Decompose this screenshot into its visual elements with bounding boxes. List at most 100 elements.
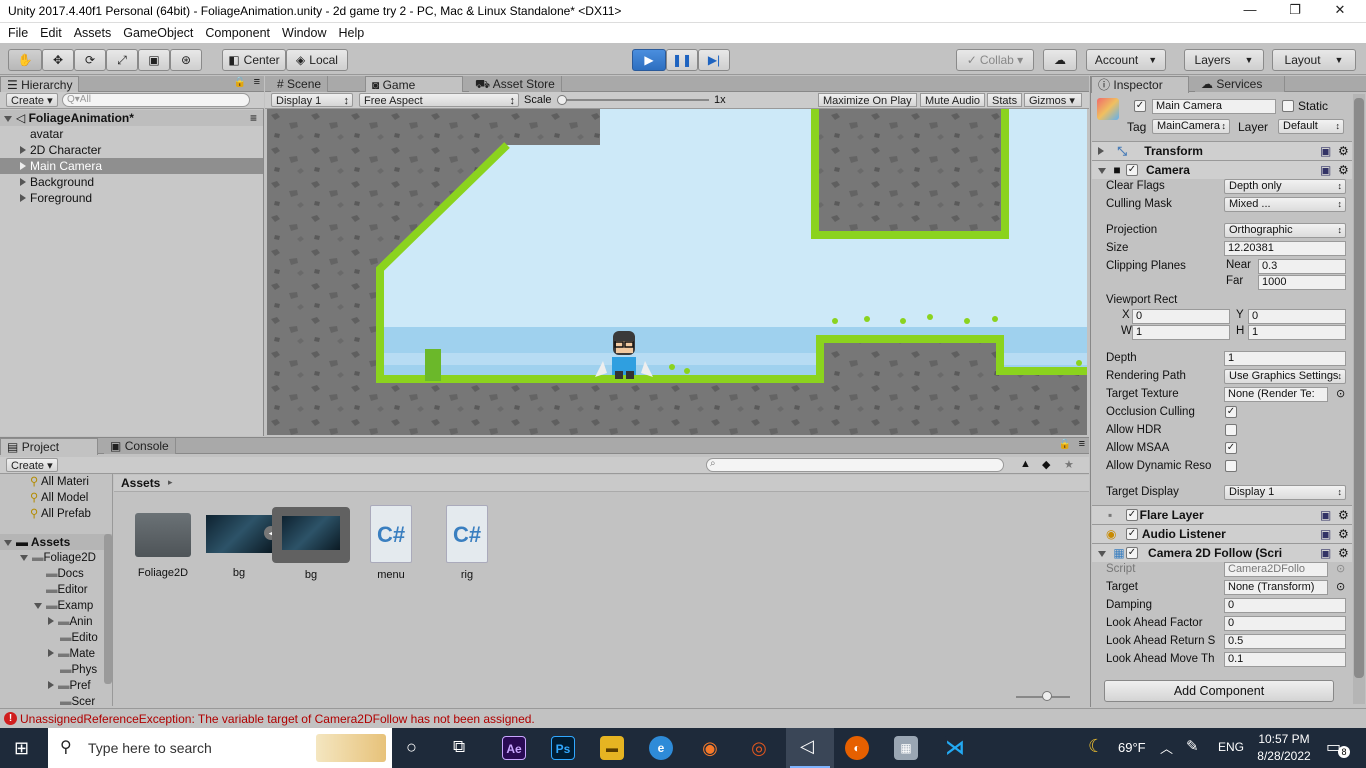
step-button[interactable]: ▶| <box>698 49 730 71</box>
aspect-dropdown[interactable]: Free Aspect ↕ <box>359 93 519 107</box>
favorite-all-materials[interactable]: ⚲ All Materi <box>30 474 89 488</box>
weather-temp[interactable]: 69°F <box>1118 740 1146 755</box>
menu-icon[interactable]: ≡ <box>254 76 260 88</box>
tree-folder[interactable]: ▬Anin <box>48 616 93 628</box>
cloud-icon[interactable]: ☁ <box>1043 49 1077 71</box>
tab-game[interactable]: ◙ Game <box>365 76 463 93</box>
depth-input[interactable]: 1 <box>1224 351 1346 366</box>
hierarchy-create-button[interactable]: Create ▾ <box>6 93 58 107</box>
hierarchy-item-2d-character[interactable]: 2D Character <box>0 142 263 158</box>
task-view-icon[interactable]: ⧉ <box>453 737 465 757</box>
help-book-icon[interactable]: ▣ <box>1320 544 1331 562</box>
filter-type-icon[interactable]: ▲ <box>1020 458 1031 470</box>
move-tool-icon[interactable]: ✥ <box>42 49 74 71</box>
tab-hierarchy[interactable]: ☰ Hierarchy <box>0 76 80 93</box>
favorite-all-prefabs[interactable]: ⚲ All Prefab <box>30 506 91 520</box>
restore-button[interactable]: ❐ <box>1275 2 1315 20</box>
settings-gear-icon[interactable]: ⚙ <box>1338 525 1349 543</box>
target-field[interactable]: None (Transform) <box>1224 580 1328 595</box>
add-component-button[interactable]: Add Component <box>1104 680 1334 702</box>
menu-window[interactable]: Window <box>276 23 332 43</box>
tree-folder[interactable]: ▬Phys <box>60 664 97 676</box>
inspector-scrollbar[interactable] <box>1353 94 1365 704</box>
transform-tool-icon[interactable]: ⊛ <box>170 49 202 71</box>
camera-component-header[interactable]: ■ ✓ Camera ▣ ⚙ <box>1092 160 1352 179</box>
flare-enabled-checkbox[interactable]: ✓ <box>1126 509 1138 521</box>
taskbar-search-box[interactable]: ⚲ Type here to search <box>48 728 392 768</box>
lock-icon[interactable]: 🔒 <box>1059 439 1071 450</box>
static-checkbox[interactable] <box>1282 100 1294 112</box>
tree-folder[interactable]: ▬Docs <box>46 568 84 580</box>
breadcrumb-assets[interactable]: Assets <box>121 476 160 490</box>
tab-project[interactable]: ▤ Project <box>0 438 98 455</box>
tab-services[interactable]: ☁ Services <box>1195 76 1285 92</box>
camera-2d-follow-component-header[interactable]: ▦ ✓ Camera 2D Follow (Scri ▣ ⚙ <box>1092 543 1352 562</box>
object-picker-icon[interactable]: ⊙ <box>1336 387 1345 400</box>
tab-scene[interactable]: # Scene <box>271 76 329 92</box>
target-texture-field[interactable]: None (Render Te: <box>1224 387 1328 402</box>
tree-scrollbar[interactable] <box>104 534 112 684</box>
allow-msaa-checkbox[interactable]: ✓ <box>1225 442 1237 454</box>
unity-taskbar-active[interactable]: ◁ <box>786 728 834 768</box>
space-local-toggle[interactable]: ◈ Local <box>286 49 348 71</box>
status-bar[interactable]: ! UnassignedReferenceException: The vari… <box>0 708 1366 728</box>
tree-folder[interactable]: ▬Mate <box>48 648 95 660</box>
hierarchy-item-foreground[interactable]: Foreground <box>0 190 263 206</box>
collab-button[interactable]: ✓ Collab ▾ <box>956 49 1034 71</box>
zoom-slider-handle[interactable] <box>1042 691 1052 701</box>
vp-h-input[interactable]: 1 <box>1248 325 1346 340</box>
help-book-icon[interactable]: ▣ <box>1320 506 1331 524</box>
menu-help[interactable]: Help <box>332 23 370 43</box>
asset-item[interactable]: Foliage2D <box>128 505 198 579</box>
file-explorer-icon[interactable]: ▬ <box>600 736 624 760</box>
tab-inspector[interactable]: ⓘ Inspector <box>1091 76 1189 93</box>
hierarchy-item-main-camera[interactable]: Main Camera <box>0 158 263 174</box>
scale-slider-handle[interactable] <box>557 95 567 105</box>
scene-header[interactable]: ◁ FoliageAnimation* ≡ <box>0 110 263 126</box>
scale-tool-icon[interactable]: ⤢ <box>106 49 138 71</box>
allow-hdr-checkbox[interactable] <box>1225 424 1237 436</box>
game-render[interactable] <box>267 109 1087 435</box>
hierarchy-search-input[interactable]: Q▾All <box>62 93 250 107</box>
lock-icon[interactable]: 🔒 <box>234 77 246 88</box>
tree-folder[interactable]: ▬Examp <box>34 600 93 612</box>
after-effects-icon[interactable]: Ae <box>502 736 526 760</box>
cortana-icon[interactable]: ○ <box>406 737 417 758</box>
clock-time[interactable]: 10:57 PM <box>1254 732 1314 746</box>
scale-slider-track[interactable] <box>559 99 709 101</box>
favorite-star-icon[interactable]: ★ <box>1064 458 1074 471</box>
occlusion-culling-checkbox[interactable]: ✓ <box>1225 406 1237 418</box>
hierarchy-item-avatar[interactable]: avatar <box>0 126 263 142</box>
project-search-input[interactable] <box>706 458 1004 472</box>
target-display-dropdown[interactable]: Display 1 <box>1224 485 1346 500</box>
blender-icon[interactable]: ◉ <box>698 736 722 760</box>
vp-w-input[interactable]: 1 <box>1132 325 1230 340</box>
look-ahead-move-threshold-input[interactable]: 0.1 <box>1224 652 1346 667</box>
display-dropdown[interactable]: Display 1 ↕ <box>271 93 353 107</box>
tree-folder[interactable]: ▬Foliage2D <box>20 552 96 564</box>
rendering-path-dropdown[interactable]: Use Graphics Settings <box>1224 369 1346 384</box>
rect-tool-icon[interactable]: ▣ <box>138 49 170 71</box>
help-book-icon[interactable]: ▣ <box>1320 525 1331 543</box>
language-indicator[interactable]: ENG <box>1218 740 1244 754</box>
moon-weather-icon[interactable]: ☾ <box>1088 736 1104 757</box>
edge-icon[interactable]: e <box>649 736 673 760</box>
menu-file[interactable]: File <box>2 23 34 43</box>
scrollbar-thumb[interactable] <box>1354 98 1364 678</box>
clear-flags-dropdown[interactable]: Depth only <box>1224 179 1346 194</box>
vp-x-input[interactable]: 0 <box>1132 309 1230 324</box>
damping-input[interactable]: 0 <box>1224 598 1346 613</box>
audio-enabled-checkbox[interactable]: ✓ <box>1126 528 1138 540</box>
mute-audio-toggle[interactable]: Mute Audio <box>920 93 986 107</box>
hierarchy-item-background[interactable]: Background <box>0 174 263 190</box>
account-dropdown[interactable]: Account ▼ <box>1086 49 1166 71</box>
projection-dropdown[interactable]: Orthographic <box>1224 223 1346 238</box>
tree-folder[interactable]: ▬Edito <box>60 632 98 644</box>
vscode-icon[interactable]: ⋊ <box>943 736 967 760</box>
culling-mask-dropdown[interactable]: Mixed ... <box>1224 197 1346 212</box>
size-input[interactable]: 12.20381 <box>1224 241 1346 256</box>
tree-folder[interactable]: ▬Editor <box>46 584 88 596</box>
tree-folder[interactable]: ▬Scer <box>60 696 95 706</box>
asset-item[interactable]: C# menu <box>356 505 426 581</box>
tree-assets-root[interactable]: ▬ Assets <box>0 534 112 550</box>
